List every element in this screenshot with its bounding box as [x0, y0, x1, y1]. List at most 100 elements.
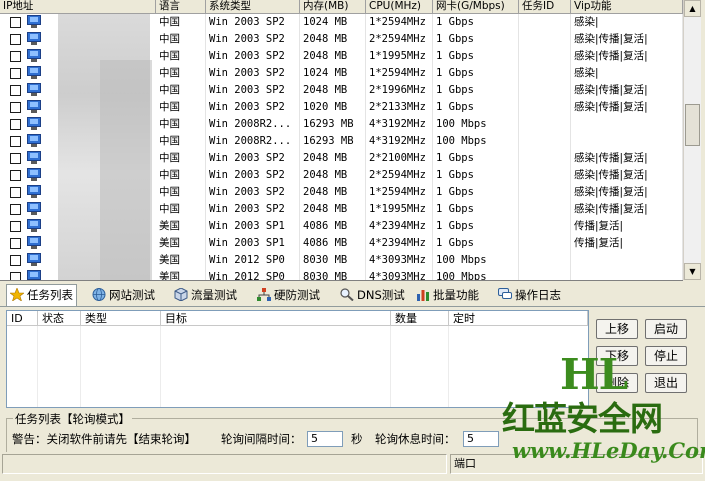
computer-icon [27, 270, 41, 280]
cell-os: Win 2012 SP0 [206, 269, 300, 280]
task-col-type[interactable]: 类型 [81, 311, 161, 326]
row-checkbox[interactable] [10, 34, 21, 45]
task-col-id[interactable]: ID [7, 311, 38, 326]
row-checkbox[interactable] [10, 68, 21, 79]
cell-vip: 感染| [571, 65, 683, 82]
col-net[interactable]: 网卡(G/Mbps) [433, 0, 519, 13]
cell-task [519, 167, 571, 184]
cell-os: Win 2008R2... [206, 116, 300, 133]
row-checkbox[interactable] [10, 136, 21, 147]
col-vip[interactable]: Vip功能 [571, 0, 683, 13]
cell-vip: 感染|传播|复活| [571, 82, 683, 99]
cell-vip: 传播|复活| [571, 218, 683, 235]
computer-icon [27, 202, 41, 215]
cell-vip: 感染|传播|复活| [571, 99, 683, 116]
server-grid[interactable]: IP地址 语言 系统类型 内存(MB) CPU(MHz) 网卡(G/Mbps) … [0, 0, 683, 281]
col-task-id[interactable]: 任务ID [519, 0, 571, 13]
delete-button[interactable]: 删除 [596, 373, 638, 393]
cell-task [519, 133, 571, 150]
cell-mem: 2048 MB [300, 167, 366, 184]
tab-traffic-test[interactable]: 流量测试 [172, 286, 237, 305]
col-os[interactable]: 系统类型 [206, 0, 300, 13]
task-col-schedule[interactable]: 定时 [449, 311, 588, 326]
row-checkbox[interactable] [10, 238, 21, 249]
cell-vip: 感染|传播|复活| [571, 201, 683, 218]
row-checkbox[interactable] [10, 221, 21, 232]
computer-icon [27, 32, 41, 45]
row-checkbox[interactable] [10, 187, 21, 198]
task-col-target[interactable]: 目标 [161, 311, 391, 326]
row-checkbox[interactable] [10, 255, 21, 266]
cell-task [519, 82, 571, 99]
cell-lang: 中国 [156, 184, 206, 201]
cell-mem: 1024 MB [300, 65, 366, 82]
cell-lang: 中国 [156, 150, 206, 167]
scroll-up-icon[interactable]: ▲ [684, 0, 701, 17]
magnifier-icon [340, 288, 354, 302]
row-checkbox[interactable] [10, 17, 21, 28]
task-list-table[interactable]: ID 状态 类型 目标 数量 定时 [6, 310, 589, 408]
row-checkbox[interactable] [10, 153, 21, 164]
cell-lang: 中国 [156, 167, 206, 184]
tab-operation-log[interactable]: 操作日志 [496, 286, 561, 305]
tab-batch-functions[interactable]: 批量功能 [414, 286, 479, 305]
computer-icon [27, 15, 41, 28]
computer-icon [27, 134, 41, 147]
interval-input[interactable]: 5 [307, 431, 343, 447]
cell-os: Win 2003 SP1 [206, 235, 300, 252]
cell-net: 1 Gbps [433, 167, 519, 184]
tab-dns-test[interactable]: DNS测试 [338, 286, 405, 305]
cell-task [519, 269, 571, 280]
globe-icon [92, 288, 106, 301]
tab-website-test[interactable]: 网站测试 [90, 286, 155, 305]
cell-task [519, 150, 571, 167]
cell-mem: 2048 MB [300, 82, 366, 99]
cell-net: 100 Mbps [433, 133, 519, 150]
cell-lang: 中国 [156, 201, 206, 218]
col-mem[interactable]: 内存(MB) [300, 0, 366, 13]
grid-scrollbar[interactable]: ▲ ▼ [683, 0, 701, 280]
cell-vip [571, 252, 683, 269]
cell-os: Win 2003 SP2 [206, 48, 300, 65]
move-up-button[interactable]: 上移 [596, 319, 638, 339]
scroll-down-icon[interactable]: ▼ [684, 263, 701, 280]
cell-vip: 传播|复活| [571, 235, 683, 252]
col-cpu[interactable]: CPU(MHz) [366, 0, 433, 13]
redacted-ip-area [100, 60, 152, 280]
cell-cpu: 1*2594MHz [366, 184, 433, 201]
move-down-button[interactable]: 下移 [596, 346, 638, 366]
cell-net: 1 Gbps [433, 82, 519, 99]
row-checkbox[interactable] [10, 272, 21, 280]
task-col-count[interactable]: 数量 [391, 311, 449, 326]
col-ip[interactable]: IP地址 [0, 0, 156, 13]
computer-icon [27, 236, 41, 249]
tab-task-list[interactable]: 任务列表 [6, 284, 77, 306]
cube-icon [174, 287, 188, 302]
task-col-status[interactable]: 状态 [38, 311, 81, 326]
row-checkbox[interactable] [10, 102, 21, 113]
cell-task [519, 116, 571, 133]
cell-mem: 1024 MB [300, 14, 366, 31]
cell-mem: 2048 MB [300, 201, 366, 218]
cell-net: 1 Gbps [433, 99, 519, 116]
cell-cpu: 4*3192MHz [366, 133, 433, 150]
row-checkbox[interactable] [10, 204, 21, 215]
cell-net: 1 Gbps [433, 65, 519, 82]
row-checkbox[interactable] [10, 51, 21, 62]
cell-net: 1 Gbps [433, 48, 519, 65]
scroll-thumb[interactable] [685, 104, 700, 146]
row-checkbox[interactable] [10, 119, 21, 130]
row-checkbox[interactable] [10, 170, 21, 181]
tab-hardware-defense-test[interactable]: 硬防测试 [255, 286, 320, 305]
cell-net: 1 Gbps [433, 31, 519, 48]
computer-icon [27, 253, 41, 266]
computer-icon [27, 117, 41, 130]
start-button[interactable]: 启动 [645, 319, 687, 339]
rest-input[interactable]: 5 [463, 431, 499, 447]
cell-net: 100 Mbps [433, 269, 519, 280]
cell-cpu: 4*2394MHz [366, 235, 433, 252]
exit-button[interactable]: 退出 [645, 373, 687, 393]
stop-button[interactable]: 停止 [645, 346, 687, 366]
col-lang[interactable]: 语言 [156, 0, 206, 13]
row-checkbox[interactable] [10, 85, 21, 96]
